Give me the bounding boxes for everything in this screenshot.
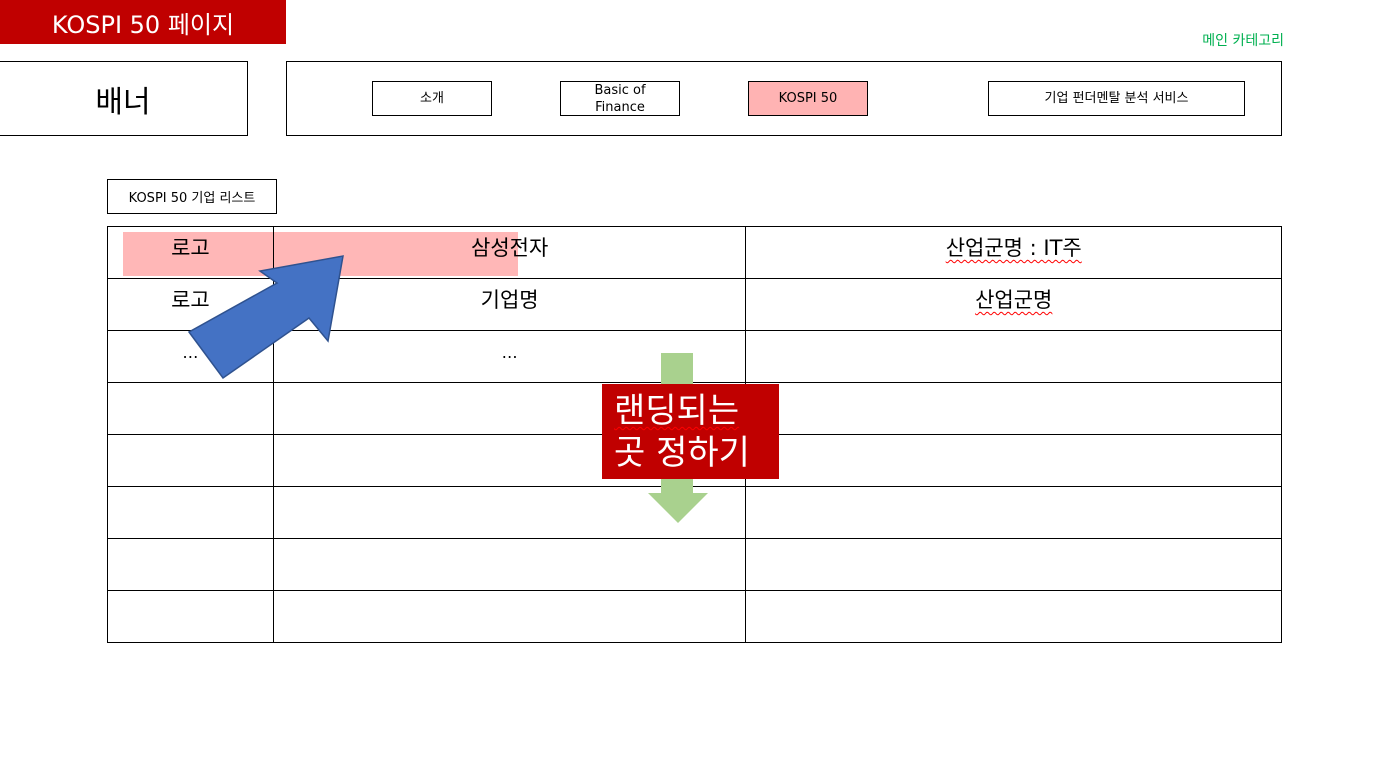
main-category-label: 메인 카테고리 [1202,33,1284,49]
logo-cell [107,590,274,643]
nav-basic-finance-button[interactable]: Basic of Finance [560,81,680,116]
company-name-cell[interactable] [272,590,747,643]
nav-intro-button[interactable]: 소개 [372,81,492,116]
industry-cell [745,382,1282,435]
logo-cell [107,486,274,539]
page-title: KOSPI 50 페이지 [0,0,286,44]
nav-kospi50-button[interactable]: KOSPI 50 [748,81,868,116]
list-label: KOSPI 50 기업 리스트 [107,179,277,214]
table-row[interactable] [107,590,1282,643]
industry-cell [745,486,1282,539]
table-row[interactable] [107,538,1282,591]
industry-cell [745,590,1282,643]
landing-callout: 랜딩되는 곳 정하기 [602,384,779,479]
industry-cell: 산업군명 : IT주 [745,226,1282,279]
industry-cell [745,330,1282,383]
diagonal-arrow-icon [187,255,344,380]
industry-cell: 산업군명 [745,278,1282,331]
main-category-nav: 소개 Basic of Finance KOSPI 50 기업 펀더멘탈 분석 … [286,61,1282,136]
callout-line-1: 랜딩되는 [614,391,740,431]
banner[interactable]: 배너 [0,61,248,136]
industry-cell [745,434,1282,487]
callout-line-2: 곳 정하기 [614,433,750,473]
industry-cell [745,538,1282,591]
logo-cell [107,538,274,591]
logo-cell [107,382,274,435]
nav-fundamental-analysis-button[interactable]: 기업 펀더멘탈 분석 서비스 [988,81,1245,116]
company-name-cell[interactable] [272,538,747,591]
logo-cell [107,434,274,487]
